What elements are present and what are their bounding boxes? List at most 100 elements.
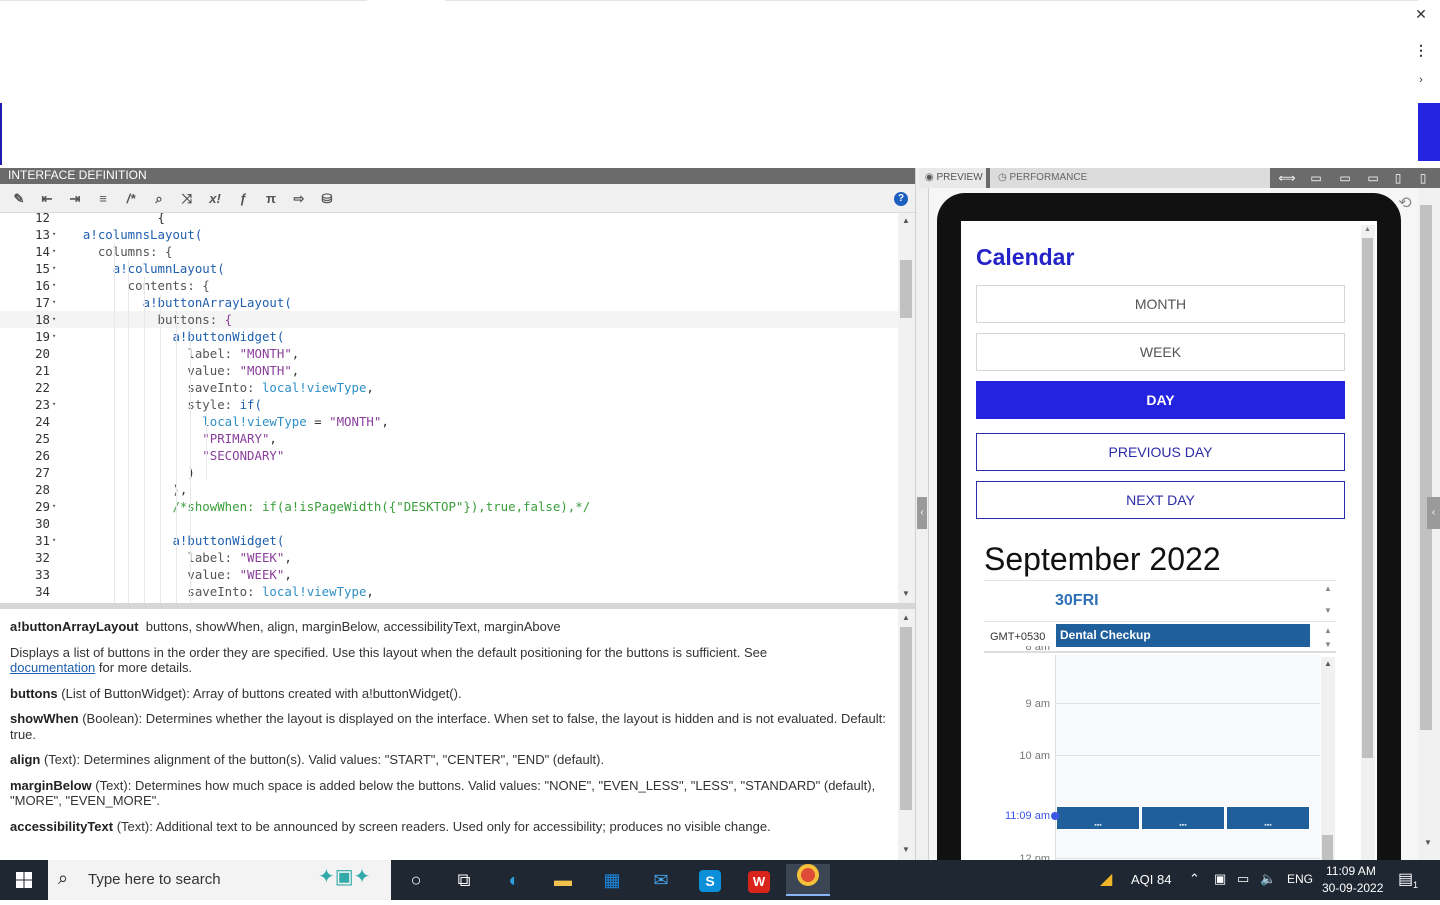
outdent-icon[interactable]: ⇤: [38, 190, 56, 208]
event-dental-checkup[interactable]: Dental Checkup: [1056, 624, 1310, 647]
scroll-up-icon[interactable]: ▲: [1364, 226, 1371, 233]
windows-start-button[interactable]: [0, 860, 48, 900]
code-line[interactable]: 17 ▾ a!buttonArrayLayout(: [0, 294, 898, 311]
fold-toggle-icon[interactable]: ▾: [52, 243, 56, 260]
function-icon[interactable]: ƒ: [234, 190, 252, 208]
fold-toggle-icon[interactable]: ▾: [52, 311, 56, 328]
code-line[interactable]: 31 ▾ a!buttonWidget(: [0, 532, 898, 549]
code-line[interactable]: 23 ▾ style: if(: [0, 396, 898, 413]
tab-performance[interactable]: ◷ PERFORMANCE: [990, 168, 1270, 188]
fold-toggle-icon[interactable]: ▾: [52, 294, 56, 311]
scroll-down-icon[interactable]: ▼: [1321, 606, 1335, 615]
scroll-up-icon[interactable]: ▲: [1324, 659, 1332, 668]
comment-icon[interactable]: /*: [122, 190, 140, 208]
chrome-icon[interactable]: [786, 864, 830, 896]
week-button[interactable]: WEEK: [976, 333, 1345, 371]
code-line[interactable]: 32 label: "WEEK",: [0, 549, 898, 566]
phone-icon[interactable]: ▯: [1412, 169, 1434, 187]
fold-toggle-icon[interactable]: ▾: [52, 532, 56, 549]
database-icon[interactable]: ⛁: [318, 190, 336, 208]
code-line[interactable]: 13 ▾ a!columnsLayout(: [0, 226, 898, 243]
collapse-left-icon[interactable]: ‹: [917, 497, 927, 529]
rotate-device-icon[interactable]: ⟲: [1394, 193, 1416, 215]
code-line[interactable]: 16 ▾ contents: {: [0, 277, 898, 294]
language-indicator[interactable]: ENG: [1287, 872, 1313, 886]
code-line[interactable]: 26 "SECONDARY": [0, 447, 898, 464]
editor-scroll-thumb[interactable]: [900, 260, 912, 318]
code-line[interactable]: 14 ▾ columns: {: [0, 243, 898, 260]
code-line[interactable]: 29 ▾ /*showWhen: if(a!isPageWidth({"DESKT…: [0, 498, 898, 515]
more-vertical-icon[interactable]: ⋮: [1414, 42, 1428, 59]
clock-time[interactable]: 11:09 AM: [1326, 864, 1376, 878]
scroll-down-icon[interactable]: ▼: [902, 589, 910, 598]
search-icon[interactable]: ⌕: [150, 190, 168, 208]
code-line[interactable]: 28 ),: [0, 481, 898, 498]
grid-scroll-thumb[interactable]: [1322, 835, 1333, 860]
grid-scrollbar[interactable]: ▲: [1321, 657, 1335, 860]
day-label[interactable]: 30FRI: [1055, 592, 1099, 610]
doc-scroll-thumb[interactable]: [900, 627, 912, 810]
aqi-label[interactable]: AQI 84: [1131, 872, 1171, 887]
time-block[interactable]: ▪▪▪: [1226, 806, 1310, 830]
code-line[interactable]: 20 label: "MONTH",: [0, 345, 898, 362]
format-icon[interactable]: ≡: [94, 190, 112, 208]
scroll-down-icon[interactable]: ▼: [902, 845, 910, 854]
screen-scroll-thumb[interactable]: [1362, 238, 1373, 758]
cortana-icon[interactable]: ○: [394, 864, 438, 896]
code-line[interactable]: 34 saveInto: local!viewType,: [0, 583, 898, 600]
mail-icon[interactable]: ✉: [639, 864, 683, 896]
close-icon[interactable]: ✕: [1414, 6, 1428, 23]
notification-icon[interactable]: ▤: [1398, 869, 1413, 889]
store-icon[interactable]: ▦: [590, 864, 634, 896]
time-block[interactable]: ▪▪▪: [1056, 806, 1140, 830]
volume-icon[interactable]: 🔈: [1260, 871, 1276, 887]
collapse-right-icon[interactable]: ‹: [1427, 497, 1440, 529]
code-line[interactable]: 30: [0, 515, 898, 532]
skype-icon[interactable]: S: [688, 864, 732, 896]
indent-icon[interactable]: ⇥: [66, 190, 84, 208]
clock-date[interactable]: 30-09-2022: [1322, 881, 1383, 895]
scroll-up-icon[interactable]: ▲: [1321, 626, 1335, 635]
laptop-icon[interactable]: ▭: [1334, 169, 1356, 187]
month-button[interactable]: MONTH: [976, 285, 1345, 323]
fold-toggle-icon[interactable]: ▾: [52, 260, 56, 277]
code-line[interactable]: 27 ): [0, 464, 898, 481]
fold-toggle-icon[interactable]: ▾: [52, 226, 56, 243]
network-icon[interactable]: ▭: [1237, 871, 1249, 887]
magic-wand-icon[interactable]: ✎: [10, 190, 28, 208]
code-line[interactable]: 33 value: "WEEK",: [0, 566, 898, 583]
code-line[interactable]: 15 ▾ a!columnLayout(: [0, 260, 898, 277]
code-editor[interactable]: 12 {13 ▾ a!columnsLayout(14 ▾ columns: {15…: [0, 213, 898, 603]
fit-width-icon[interactable]: ⟺: [1276, 169, 1298, 187]
chevron-up-icon[interactable]: ⌃: [1189, 871, 1200, 887]
code-line[interactable]: 18 ▾ buttons: {: [0, 311, 898, 328]
text-style-icon[interactable]: π: [262, 190, 280, 208]
code-line[interactable]: 12 {: [0, 213, 898, 226]
tablet-portrait-icon[interactable]: ▯: [1387, 169, 1409, 187]
device-icon[interactable]: ▣: [1214, 871, 1226, 887]
code-line[interactable]: 19 ▾ a!buttonWidget(: [0, 328, 898, 345]
file-explorer-icon[interactable]: ▬: [541, 864, 585, 896]
fold-toggle-icon[interactable]: ▾: [52, 277, 56, 294]
time-block[interactable]: ▪▪▪: [1141, 806, 1225, 830]
tablet-icon[interactable]: ▭: [1362, 169, 1384, 187]
code-line[interactable]: 22 saveInto: local!viewType,: [0, 379, 898, 396]
code-line[interactable]: 25 "PRIMARY",: [0, 430, 898, 447]
chevron-right-icon[interactable]: ›: [1414, 74, 1428, 86]
fold-toggle-icon[interactable]: ▾: [52, 328, 56, 345]
help-icon[interactable]: ?: [894, 192, 908, 206]
export-icon[interactable]: ⇨: [290, 190, 308, 208]
wps-icon[interactable]: W: [737, 864, 781, 896]
variable-icon[interactable]: x!: [206, 190, 224, 208]
day-button[interactable]: DAY: [976, 381, 1345, 419]
tab-preview[interactable]: ◉ PREVIEW: [919, 168, 986, 188]
scroll-up-icon[interactable]: ▲: [1321, 584, 1335, 593]
desktop-icon[interactable]: ▭: [1305, 169, 1327, 187]
right-side-blue-tab[interactable]: [1418, 103, 1440, 161]
fold-toggle-icon[interactable]: ▾: [52, 396, 56, 413]
fold-toggle-icon[interactable]: ▾: [52, 498, 56, 515]
scroll-up-icon[interactable]: ▲: [902, 613, 910, 622]
task-view-icon[interactable]: ⧉: [442, 864, 486, 896]
code-line[interactable]: 21 value: "MONTH",: [0, 362, 898, 379]
shuffle-icon[interactable]: ⤨: [178, 190, 196, 208]
